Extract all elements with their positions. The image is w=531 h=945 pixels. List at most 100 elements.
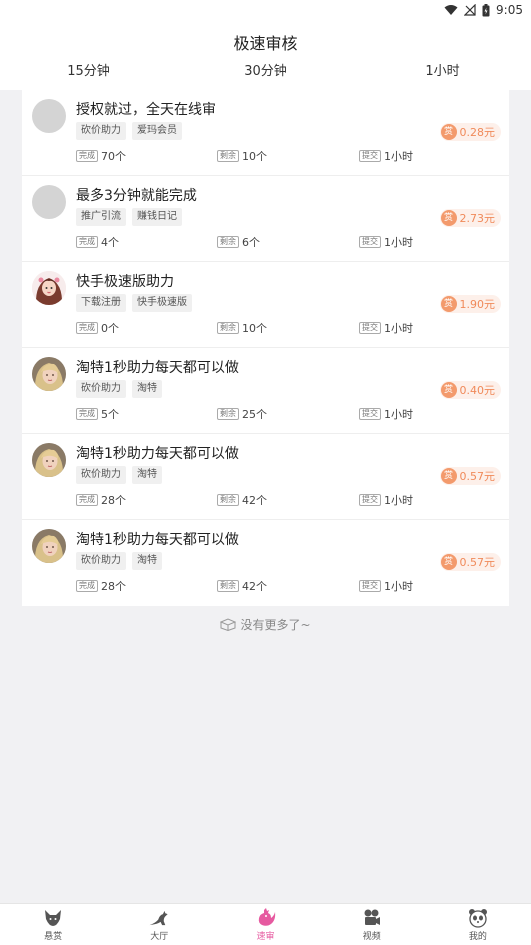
avatar (32, 271, 66, 305)
task-stats: 完成 28个 剩余 42个 提交 1小时 (76, 492, 416, 508)
left-label: 剩余 (217, 236, 239, 248)
left-count: 10个 (242, 322, 267, 335)
done-count: 28个 (101, 494, 126, 507)
wifi-icon (444, 5, 458, 15)
task-item[interactable]: 淘特1秒助力每天都可以做 砍价助力 淘特 完成 5个 剩余 25个 提交 1小时 赏 … (22, 348, 509, 434)
reward-badge: 赏 2.73元 (439, 209, 501, 227)
task-tag: 砍价助力 (76, 466, 126, 484)
task-title: 快手极速版助力 (76, 274, 174, 290)
panda-icon (467, 908, 489, 928)
tab-1hour[interactable]: 1小时 (354, 62, 531, 82)
task-tag: 推广引流 (76, 208, 126, 226)
task-tags: 推广引流 赚钱日记 (76, 208, 182, 226)
done-label: 完成 (76, 408, 98, 420)
submit-label: 提交 (359, 150, 381, 162)
blonde-photo-icon (32, 443, 66, 477)
left-stat: 剩余 10个 (217, 320, 267, 336)
done-label: 完成 (76, 322, 98, 334)
left-label: 剩余 (217, 150, 239, 162)
task-tag: 下载注册 (76, 294, 126, 312)
reward-amount: 0.57元 (459, 556, 496, 569)
nav-label: 悬赏 (44, 932, 63, 942)
nav-item-mine[interactable]: 我的 (425, 904, 531, 945)
submit-time: 1小时 (384, 408, 413, 421)
task-tags: 砍价助力 淘特 (76, 466, 162, 484)
left-label: 剩余 (217, 322, 239, 334)
done-label: 完成 (76, 150, 98, 162)
left-count: 42个 (242, 580, 267, 593)
task-tag: 爱玛会员 (132, 122, 182, 140)
task-item[interactable]: 授权就过，全天在线审 砍价助力 爱玛会员 完成 70个 剩余 10个 提交 1小时 赏… (22, 90, 509, 176)
done-stat: 完成 28个 (76, 492, 126, 508)
left-count: 25个 (242, 408, 267, 421)
done-count: 0个 (101, 322, 119, 335)
submit-time: 1小时 (384, 150, 413, 163)
reward-icon: 赏 (440, 124, 457, 140)
submit-label: 提交 (359, 494, 381, 506)
task-item[interactable]: 淘特1秒助力每天都可以做 砍价助力 淘特 完成 28个 剩余 42个 提交 1小时 赏… (22, 520, 509, 606)
nav-label: 视频 (362, 932, 381, 942)
nav-item-hall[interactable]: 大厅 (106, 904, 212, 945)
task-stats: 完成 28个 剩余 42个 提交 1小时 (76, 578, 416, 594)
done-label: 完成 (76, 580, 98, 592)
task-item[interactable]: 快手极速版助力 下载注册 快手极速版 完成 0个 剩余 10个 提交 1小时 赏 1.… (22, 262, 509, 348)
page-title: 极速审核 (233, 34, 298, 53)
film-camera-icon (361, 908, 383, 928)
task-list: 授权就过，全天在线审 砍价助力 爱玛会员 完成 70个 剩余 10个 提交 1小时 赏… (22, 90, 509, 606)
left-stat: 剩余 10个 (217, 148, 267, 164)
done-count: 4个 (101, 236, 119, 249)
submit-time: 1小时 (384, 580, 413, 593)
done-label: 完成 (76, 494, 98, 506)
reward-badge: 赏 0.57元 (439, 467, 501, 485)
reward-badge: 赏 1.90元 (439, 295, 501, 313)
fox-icon (42, 908, 64, 928)
reward-amount: 0.40元 (459, 384, 496, 397)
task-item[interactable]: 淘特1秒助力每天都可以做 砍价助力 淘特 完成 28个 剩余 42个 提交 1小时 赏… (22, 434, 509, 520)
reward-icon: 赏 (440, 554, 457, 570)
avatar (32, 185, 66, 219)
nav-item-fast-review[interactable]: 速审 (212, 904, 318, 945)
task-stats: 完成 4个 剩余 6个 提交 1小时 (76, 234, 416, 250)
blonde-photo-icon (32, 357, 66, 391)
submit-label: 提交 (359, 408, 381, 420)
submit-stat: 提交 1小时 (359, 320, 413, 336)
submit-label: 提交 (359, 322, 381, 334)
done-count: 28个 (101, 580, 126, 593)
submit-stat: 提交 1小时 (359, 492, 413, 508)
nav-item-reward[interactable]: 悬赏 (0, 904, 106, 945)
task-stats: 完成 0个 剩余 10个 提交 1小时 (76, 320, 416, 336)
tab-15min[interactable]: 15分钟 (0, 62, 177, 82)
task-tags: 砍价助力 爱玛会员 (76, 122, 182, 140)
nav-label: 大厅 (150, 932, 169, 942)
submit-label: 提交 (359, 580, 381, 592)
empty-box-icon (220, 618, 237, 631)
tab-30min[interactable]: 30分钟 (177, 62, 354, 82)
task-title: 淘特1秒助力每天都可以做 (76, 446, 239, 462)
battery-icon (482, 3, 490, 16)
done-label: 完成 (76, 236, 98, 248)
left-label: 剩余 (217, 580, 239, 592)
reward-icon: 赏 (440, 468, 457, 484)
reward-badge: 赏 0.57元 (439, 553, 501, 571)
submit-stat: 提交 1小时 (359, 148, 413, 164)
task-tag: 快手极速版 (132, 294, 192, 312)
blonde-photo-icon (32, 529, 66, 563)
task-tag: 淘特 (132, 466, 162, 484)
submit-label: 提交 (359, 236, 381, 248)
task-title: 最多3分钟就能完成 (76, 188, 197, 204)
submit-stat: 提交 1小时 (359, 578, 413, 594)
task-stats: 完成 70个 剩余 10个 提交 1小时 (76, 148, 416, 164)
done-stat: 完成 70个 (76, 148, 126, 164)
duration-tabs: 15分钟 30分钟 1小时 (0, 62, 531, 82)
task-item[interactable]: 最多3分钟就能完成 推广引流 赚钱日记 完成 4个 剩余 6个 提交 1小时 赏 2.… (22, 176, 509, 262)
avatar (32, 99, 66, 133)
task-tag: 砍价助力 (76, 380, 126, 398)
task-tags: 砍价助力 淘特 (76, 552, 162, 570)
task-title: 授权就过，全天在线审 (76, 102, 216, 118)
nav-item-video[interactable]: 视频 (319, 904, 425, 945)
status-time: 9:05 (496, 3, 523, 17)
status-icons: 9:05 (444, 3, 523, 17)
left-stat: 剩余 6个 (217, 234, 260, 250)
task-tag: 赚钱日记 (132, 208, 182, 226)
task-title: 淘特1秒助力每天都可以做 (76, 360, 239, 376)
